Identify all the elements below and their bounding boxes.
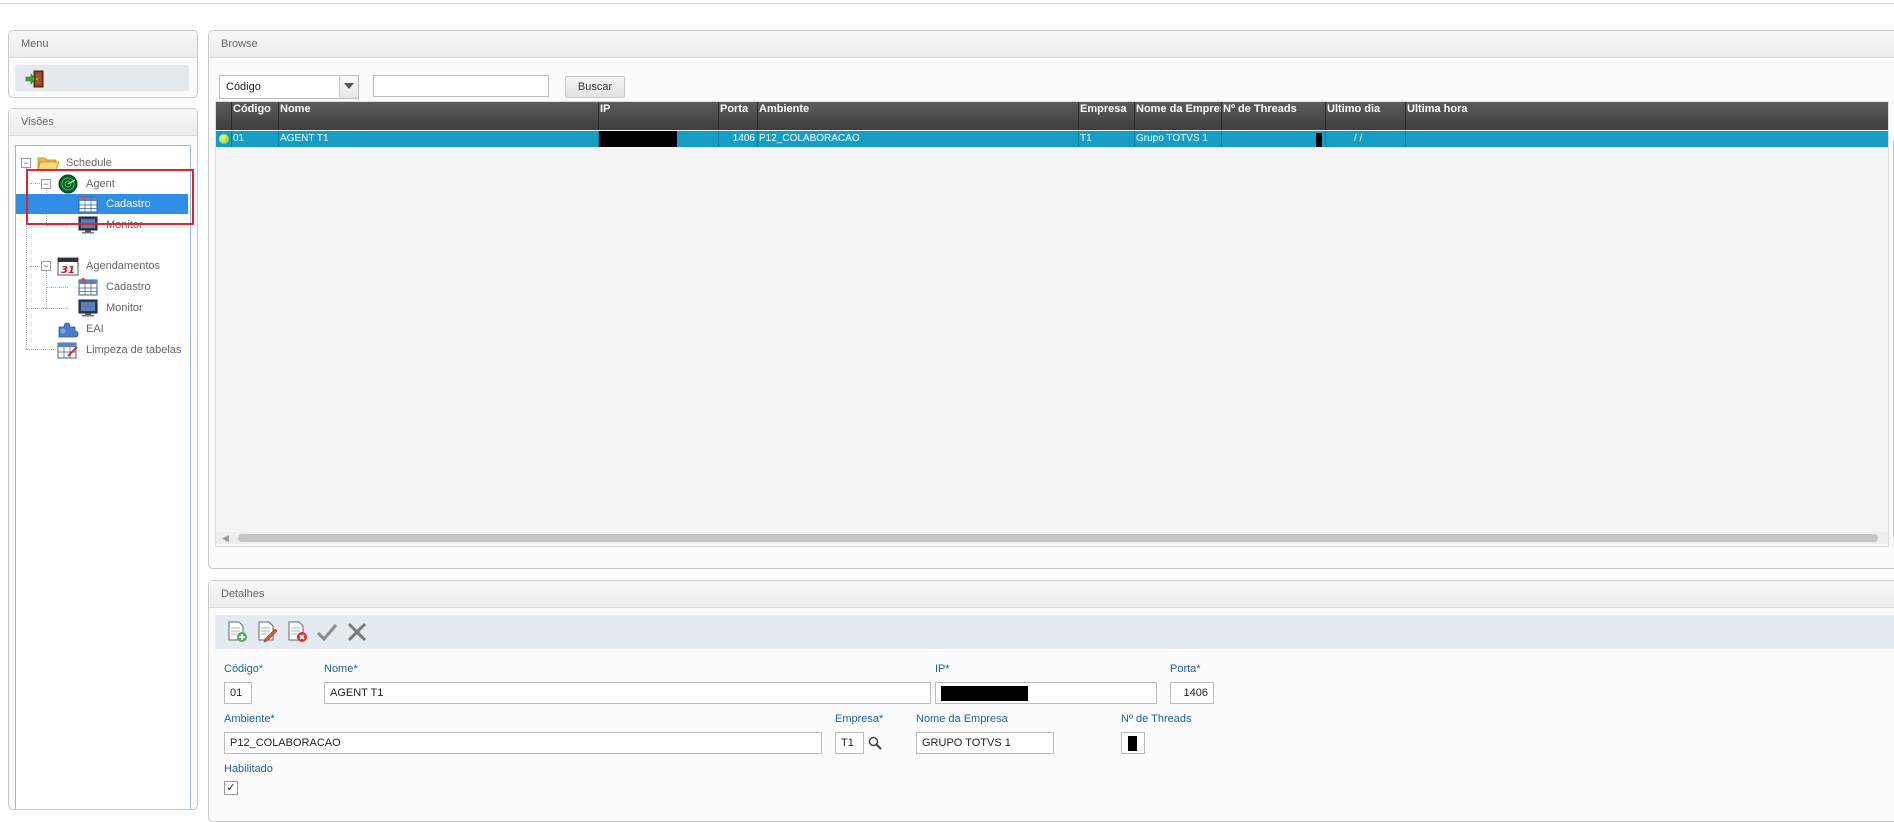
column-header-nome-empresa[interactable]: Nome da Empresa <box>1135 102 1222 130</box>
codigo-field[interactable]: 01 <box>224 682 252 704</box>
column-header-ultimo-dia[interactable]: Ultimo dia <box>1326 102 1406 130</box>
search-button[interactable]: Buscar <box>565 76 625 98</box>
porta-field[interactable]: 1406 <box>1170 682 1214 704</box>
label-porta: Porta* <box>1170 663 1201 675</box>
cell-codigo: 01 <box>232 131 279 147</box>
empresa-field[interactable]: T1 <box>835 732 864 754</box>
ip-field[interactable] <box>935 682 1157 704</box>
collapse-toggle-agendamentos[interactable]: − <box>41 261 51 271</box>
cell-ambiente: P12_COLABORACAO <box>758 131 1079 147</box>
tree-view: − − − Schedule Agent Cadastro Monitor 31… <box>15 145 191 809</box>
search-input[interactable] <box>373 75 549 97</box>
grid-header: Código Nome IP Porta Ambiente Empresa No… <box>216 102 1888 130</box>
redacted-block <box>599 131 677 147</box>
cell-nome: AGENT T1 <box>279 131 599 147</box>
cell-ultima-hora <box>1406 131 1888 147</box>
tree-connector <box>46 225 68 226</box>
delete-record-icon[interactable] <box>285 620 309 644</box>
menu-panel: Menu <box>8 30 198 98</box>
label-habilitado: Habilitado <box>224 763 273 775</box>
cell-ultimo-dia: / / <box>1326 131 1406 147</box>
detalhes-title: Detalhes <box>209 581 1894 608</box>
column-header-empresa[interactable]: Empresa <box>1079 102 1135 130</box>
search-lookup-icon[interactable] <box>868 736 882 750</box>
column-header-threads[interactable]: Nº de Threads <box>1222 102 1326 130</box>
cell-ip <box>599 131 719 147</box>
redacted-block <box>1316 133 1322 147</box>
search-field-select[interactable]: Código <box>219 75 359 99</box>
confirm-check-icon[interactable] <box>315 620 339 644</box>
label-threads: Nº de Threads <box>1121 713 1192 725</box>
tree-connector <box>26 349 56 350</box>
details-toolbar <box>215 615 1894 649</box>
monitor-icon <box>78 299 98 317</box>
nome-field[interactable]: AGENT T1 <box>324 682 931 704</box>
tree-label: Monitor <box>106 302 143 314</box>
label-ip: IP* <box>935 663 950 675</box>
column-header-status <box>216 102 232 130</box>
label-nome: Nome* <box>324 663 358 675</box>
cell-threads <box>1222 131 1326 147</box>
threads-field[interactable] <box>1121 732 1145 754</box>
tree-label: Cadastro <box>106 281 151 293</box>
label-ambiente: Ambiente* <box>224 713 275 725</box>
nome-empresa-field[interactable]: GRUPO TOTVS 1 <box>916 732 1054 754</box>
add-record-icon[interactable] <box>225 620 249 644</box>
tree-item-agendamentos[interactable]: 31 Agendamentos <box>56 256 186 276</box>
menu-title: Menu <box>9 31 197 58</box>
label-nome-empresa: Nome da Empresa <box>916 713 1008 725</box>
habilitado-checkbox[interactable]: ✓ <box>224 781 238 795</box>
tree-item-agendamentos-monitor[interactable]: Monitor <box>76 298 186 318</box>
chevron-down-icon[interactable] <box>339 76 358 98</box>
collapse-toggle-schedule[interactable]: − <box>21 158 31 168</box>
tree-label: Limpeza de tabelas <box>86 344 182 356</box>
horizontal-scrollbar[interactable]: ◀ <box>216 532 1888 544</box>
scroll-left-icon[interactable]: ◀ <box>222 533 229 544</box>
browse-grid: Código Nome IP Porta Ambiente Empresa No… <box>215 101 1889 547</box>
tree-label: EAI <box>86 323 104 335</box>
column-header-porta[interactable]: Porta <box>719 102 758 130</box>
column-header-nome[interactable]: Nome <box>279 102 599 130</box>
annotation-highlight-box <box>26 169 194 225</box>
table-clean-icon <box>57 342 78 359</box>
tree-item-limpeza-tabelas[interactable]: Limpeza de tabelas <box>56 340 190 360</box>
tree-connector <box>46 287 68 288</box>
column-header-ambiente[interactable]: Ambiente <box>758 102 1079 130</box>
cell-nome-empresa: Grupo TOTVS 1 <box>1135 131 1222 147</box>
edit-record-icon[interactable] <box>255 620 279 644</box>
tree-label: Agendamentos <box>86 260 160 272</box>
table-row[interactable]: 01 AGENT T1 1406 P12_COLABORACAO T1 Grup… <box>216 131 1888 147</box>
ambiente-field[interactable]: P12_COLABORACAO <box>224 732 822 754</box>
column-header-codigo[interactable]: Código <box>232 102 279 130</box>
browse-title: Browse <box>209 31 1894 58</box>
status-active-icon <box>219 134 229 144</box>
redacted-block <box>941 686 1028 701</box>
tree-connector <box>46 308 68 309</box>
status-cell <box>216 131 232 147</box>
search-field-value: Código <box>226 81 261 93</box>
menu-bar <box>15 65 189 91</box>
cell-porta: 1406 <box>719 131 758 147</box>
browse-panel: Browse Código Buscar Código Nome IP Port… <box>208 30 1894 569</box>
visoes-title: Visões <box>9 109 197 136</box>
cell-empresa: T1 <box>1079 131 1135 147</box>
redacted-block <box>1128 736 1137 751</box>
scrollbar-thumb[interactable] <box>238 534 1878 542</box>
exit-door-icon[interactable] <box>25 70 45 88</box>
tree-item-eai[interactable]: EAI <box>56 319 186 339</box>
column-header-ip[interactable]: IP <box>599 102 719 130</box>
puzzle-icon <box>58 322 79 338</box>
label-empresa: Empresa* <box>835 713 884 725</box>
svg-text:31: 31 <box>61 265 75 276</box>
cancel-x-icon[interactable] <box>345 620 369 644</box>
detalhes-panel: Detalhes Código* 01 Nome* AGENT T1 IP* P… <box>208 580 1894 822</box>
label-codigo: Código* <box>224 663 264 675</box>
table-form-icon <box>78 278 98 296</box>
calendar-31-icon: 31 <box>57 257 79 276</box>
tree-item-agendamentos-cadastro[interactable]: Cadastro <box>76 277 186 297</box>
top-divider <box>0 0 1894 4</box>
column-header-ultima-hora[interactable]: Ultima hora <box>1406 102 1888 130</box>
